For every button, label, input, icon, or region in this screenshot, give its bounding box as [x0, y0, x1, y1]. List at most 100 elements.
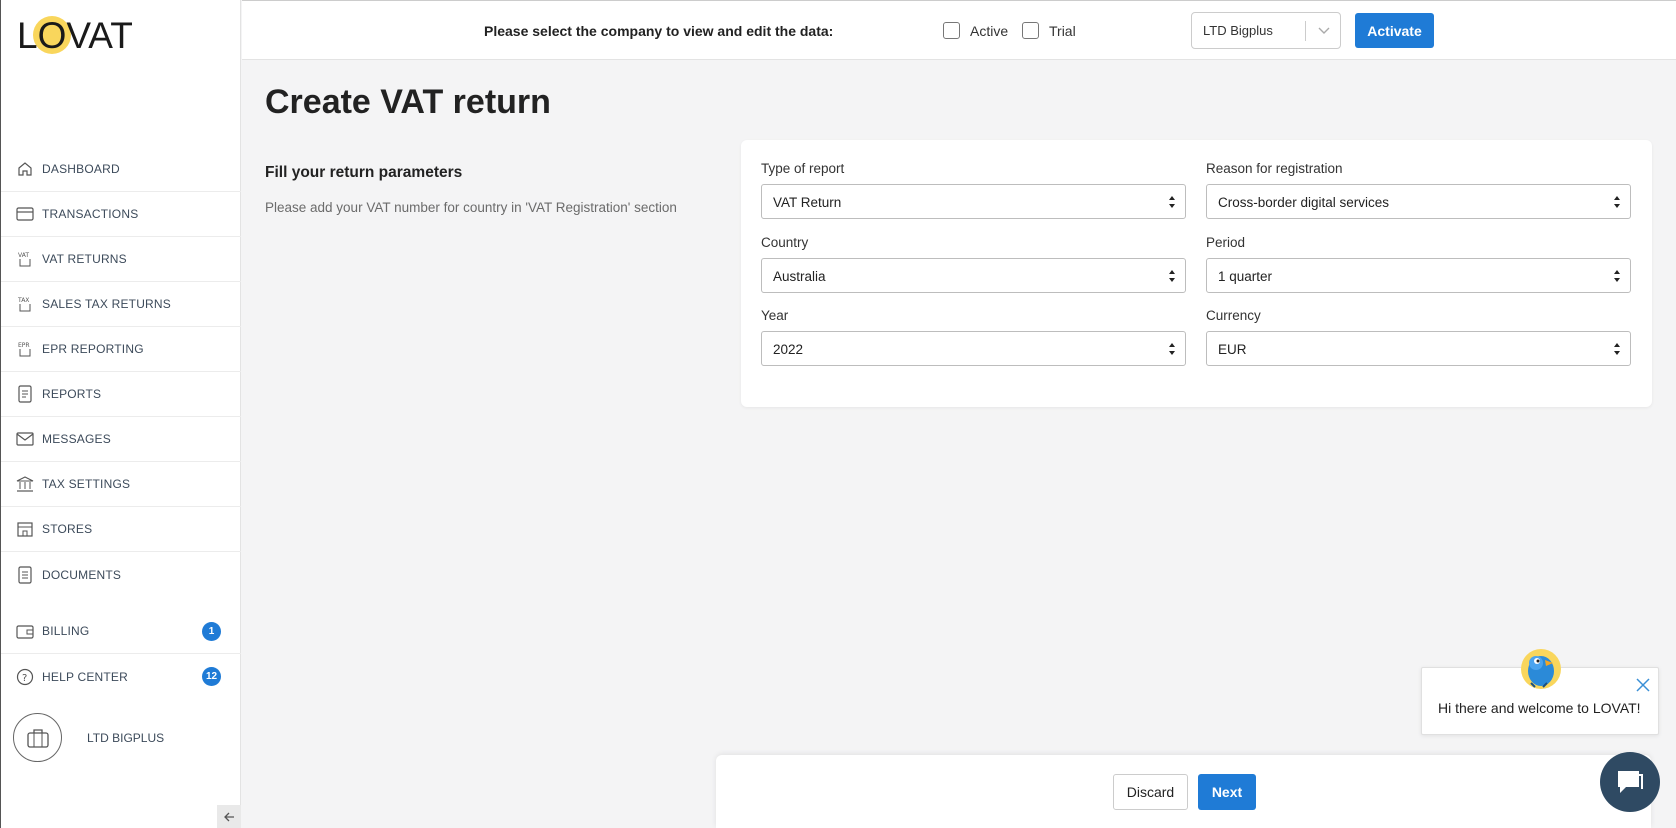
- sort-arrows-icon: [1168, 269, 1176, 288]
- type-of-report-field: Type of report VAT Return: [761, 161, 1186, 219]
- period-select[interactable]: 1 quarter: [1206, 258, 1631, 293]
- sidebar-item-reports[interactable]: REPORTS: [1, 372, 241, 417]
- sidebar-item-label: REPORTS: [42, 387, 102, 401]
- chat-launcher-button[interactable]: [1600, 752, 1660, 812]
- vat-doc-icon: VAT: [15, 249, 35, 269]
- home-icon: [15, 159, 35, 179]
- collapse-sidebar-button[interactable]: [217, 805, 241, 828]
- briefcase-icon: [13, 713, 62, 762]
- country-label: Country: [761, 235, 809, 250]
- period-label: Period: [1206, 235, 1246, 250]
- sidebar-nav: DASHBOARD TRANSACTIONS VAT VAT RETURNS T…: [1, 147, 241, 699]
- sort-arrows-icon: [1168, 342, 1176, 361]
- wallet-icon: [15, 621, 35, 641]
- company-select-prompt: Please select the company to view and ed…: [484, 23, 834, 39]
- currency-value: EUR: [1218, 342, 1247, 357]
- year-label: Year: [761, 308, 789, 323]
- help-badge: 12: [202, 667, 221, 686]
- close-icon[interactable]: [1636, 678, 1650, 697]
- company-select[interactable]: LTD Bigplus: [1191, 12, 1341, 49]
- company-switcher[interactable]: LTD BIGPLUS: [13, 713, 164, 762]
- country-value: Australia: [773, 269, 826, 284]
- sidebar-item-messages[interactable]: MESSAGES: [1, 417, 241, 462]
- sort-arrows-icon: [1613, 269, 1621, 288]
- reason-for-registration-field: Reason for registration Cross-border dig…: [1206, 161, 1631, 219]
- sidebar-item-help-center[interactable]: ? HELP CENTER 12: [1, 654, 241, 699]
- sidebar-item-epr-reporting[interactable]: EPR EPR REPORTING: [1, 327, 241, 372]
- tax-doc-icon: TAX: [15, 294, 35, 314]
- year-select[interactable]: 2022: [761, 331, 1186, 366]
- logo-text: LOVAT: [17, 15, 133, 56]
- chat-icon: [1618, 771, 1643, 793]
- sidebar-item-stores[interactable]: STORES: [1, 507, 241, 552]
- nav-separator: [1, 597, 241, 609]
- chevron-down-icon: [1316, 22, 1332, 43]
- next-button[interactable]: Next: [1198, 774, 1256, 810]
- sidebar: LOVAT DASHBOARD TRANSACTIONS VAT VAT RET…: [0, 0, 241, 828]
- sort-arrows-icon: [1168, 195, 1176, 214]
- discard-button[interactable]: Discard: [1113, 774, 1188, 810]
- card-icon: [15, 204, 35, 224]
- sort-arrows-icon: [1613, 195, 1621, 214]
- svg-text:VAT: VAT: [18, 252, 29, 259]
- section-title: Fill your return parameters: [265, 164, 463, 181]
- sidebar-item-label: EPR REPORTING: [42, 342, 144, 356]
- page-title: Create VAT return: [265, 83, 551, 121]
- type-of-report-select[interactable]: VAT Return: [761, 184, 1186, 219]
- trial-checkbox-box[interactable]: [1022, 22, 1039, 39]
- period-value: 1 quarter: [1218, 269, 1273, 284]
- year-field: Year 2022: [761, 308, 1186, 366]
- activate-button[interactable]: Activate: [1355, 13, 1434, 48]
- svg-text:TAX: TAX: [17, 297, 29, 304]
- sidebar-item-label: SALES TAX RETURNS: [42, 297, 171, 311]
- country-select[interactable]: Australia: [761, 258, 1186, 293]
- form-actions-bar: Discard Next: [716, 755, 1651, 828]
- sidebar-item-label: VAT RETURNS: [42, 252, 127, 266]
- trial-checkbox[interactable]: Trial: [1022, 22, 1076, 39]
- sidebar-item-tax-settings[interactable]: TAX SETTINGS: [1, 462, 241, 507]
- svg-text:?: ?: [22, 673, 27, 684]
- return-parameters-card: Type of report VAT Return Reason for reg…: [741, 140, 1652, 407]
- sidebar-item-billing[interactable]: BILLING 1: [1, 609, 241, 654]
- reason-value: Cross-border digital services: [1218, 195, 1390, 210]
- period-field: Period 1 quarter: [1206, 235, 1631, 293]
- currency-field: Currency EUR: [1206, 308, 1631, 366]
- currency-select[interactable]: EUR: [1206, 331, 1631, 366]
- lovat-logo[interactable]: LOVAT: [17, 14, 133, 56]
- reason-label: Reason for registration: [1206, 161, 1343, 176]
- reason-select[interactable]: Cross-border digital services: [1206, 184, 1631, 219]
- sidebar-item-sales-tax-returns[interactable]: TAX SALES TAX RETURNS: [1, 282, 241, 327]
- epr-doc-icon: EPR: [15, 339, 35, 359]
- top-bar: Please select the company to view and ed…: [242, 0, 1676, 60]
- chat-welcome-message: Hi there and welcome to LOVAT!: [1438, 700, 1641, 716]
- sidebar-item-label: MESSAGES: [42, 432, 111, 446]
- billing-badge: 1: [202, 622, 221, 641]
- store-icon: [15, 519, 35, 539]
- arrow-left-icon: [224, 812, 234, 821]
- sidebar-item-vat-returns[interactable]: VAT VAT RETURNS: [1, 237, 241, 282]
- sidebar-item-label: DOCUMENTS: [42, 567, 122, 582]
- year-value: 2022: [773, 342, 804, 357]
- sidebar-item-label: TRANSACTIONS: [42, 207, 139, 221]
- sidebar-item-label: DASHBOARD: [42, 162, 120, 176]
- sidebar-item-label: BILLING: [42, 624, 90, 638]
- document-icon: [15, 565, 35, 585]
- sidebar-item-documents[interactable]: DOCUMENTS: [1, 552, 241, 597]
- sidebar-item-dashboard[interactable]: DASHBOARD: [1, 147, 241, 192]
- active-checkbox[interactable]: Active: [943, 22, 1008, 39]
- help-icon: ?: [15, 667, 35, 687]
- sidebar-item-transactions[interactable]: TRANSACTIONS: [1, 192, 241, 237]
- active-checkbox-box[interactable]: [943, 22, 960, 39]
- sidebar-item-label: TAX SETTINGS: [42, 477, 131, 491]
- country-field: Country Australia: [761, 235, 1186, 293]
- active-checkbox-label: Active: [970, 22, 1009, 39]
- company-select-value: LTD Bigplus: [1203, 23, 1273, 38]
- section-description: Please add your VAT number for country i…: [265, 200, 677, 215]
- currency-label: Currency: [1206, 308, 1261, 323]
- svg-text:EPR: EPR: [18, 342, 30, 349]
- select-divider: [1305, 21, 1306, 41]
- sort-arrows-icon: [1613, 342, 1621, 361]
- company-name: LTD BIGPLUS: [87, 730, 165, 745]
- sidebar-item-label: STORES: [42, 522, 93, 536]
- sidebar-item-label: HELP CENTER: [42, 669, 129, 684]
